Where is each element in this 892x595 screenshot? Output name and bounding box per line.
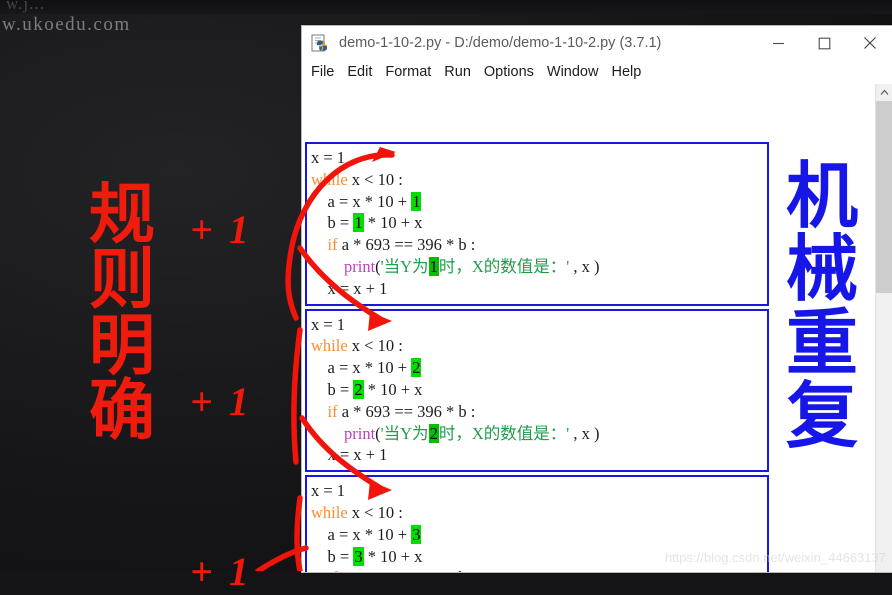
red-slogan-char-2: 则 xyxy=(89,241,155,319)
highlight-value-print-2: 2 xyxy=(428,423,439,443)
increment-mark-1: + 1 xyxy=(190,207,252,252)
blue-slogan-char-1: 机 xyxy=(785,154,858,238)
red-slogan-char-4: 确 xyxy=(89,371,155,449)
minimize-icon[interactable] xyxy=(755,26,801,60)
backdrop-top-strip xyxy=(0,0,892,14)
menu-item-options[interactable]: Options xyxy=(484,64,534,80)
menu-item-help[interactable]: Help xyxy=(611,64,641,80)
code-block-iteration-1: x = 1 while x < 10 : a = x * 10 + 1 b = … xyxy=(305,142,769,306)
func-print-1: print xyxy=(344,256,376,276)
highlight-value-a-1: 1 xyxy=(411,191,422,211)
menu-item-edit[interactable]: Edit xyxy=(347,64,372,80)
increment-mark-3: + 1 xyxy=(190,549,252,594)
highlight-value-print-1: 1 xyxy=(428,256,439,276)
blue-vertical-slogan: 机 械 重 复 xyxy=(779,154,865,459)
window-title-text: demo-1-10-2.py - D:/demo/demo-1-10-2.py … xyxy=(339,35,662,51)
window-title-bar[interactable]: demo-1-10-2.py - D:/demo/demo-1-10-2.py … xyxy=(302,26,892,60)
highlight-value-b-3: 3 xyxy=(353,546,364,566)
blue-slogan-char-4: 复 xyxy=(785,374,858,459)
maximize-icon[interactable] xyxy=(801,26,847,60)
blue-slogan-char-3: 重 xyxy=(785,300,858,385)
keyword-if-2: if xyxy=(327,401,338,421)
keyword-while-1: while xyxy=(311,169,348,189)
python-idle-icon xyxy=(311,34,330,53)
highlight-value-a-2: 2 xyxy=(411,358,422,378)
scrollbar-thumb[interactable] xyxy=(876,101,892,293)
highlight-value-a-3: 3 xyxy=(411,524,422,544)
watermark-faint-top: w.j... xyxy=(6,0,45,13)
watermark-csdn: https://blog.csdn.net/weixin_44663137 xyxy=(664,550,886,565)
func-print-2: print xyxy=(344,423,376,443)
menu-item-window[interactable]: Window xyxy=(547,64,599,80)
window-controls[interactable] xyxy=(755,26,892,60)
close-icon[interactable] xyxy=(847,26,892,60)
vertical-scrollbar[interactable] xyxy=(875,84,892,572)
keyword-while-3: while xyxy=(311,502,348,522)
watermark-site-url: w.ukoedu.com xyxy=(2,14,131,35)
red-slogan-char-3: 明 xyxy=(89,306,155,384)
menu-item-file[interactable]: File xyxy=(311,64,334,80)
menu-item-run[interactable]: Run xyxy=(444,64,471,80)
keyword-while-2: while xyxy=(311,336,348,356)
menu-item-format[interactable]: Format xyxy=(385,64,431,80)
menu-bar[interactable]: File Edit Format Run Options Window Help xyxy=(302,60,892,84)
red-vertical-slogan: 规 则 明 确 xyxy=(78,176,166,449)
blue-slogan-char-2: 械 xyxy=(785,227,858,312)
code-text-2: x = 1 while x < 10 : a = x * 10 + 2 b = … xyxy=(311,314,600,465)
code-text-1: x = 1 while x < 10 : a = x * 10 + 1 b = … xyxy=(311,148,600,298)
increment-mark-2: + 1 xyxy=(190,379,252,424)
highlight-value-b-1: 1 xyxy=(353,213,364,233)
code-block-iteration-2: x = 1 while x < 10 : a = x * 10 + 2 b = … xyxy=(305,308,769,473)
keyword-if-1: if xyxy=(327,235,338,255)
chevron-up-icon[interactable] xyxy=(876,84,892,101)
highlight-value-b-2: 2 xyxy=(353,379,364,399)
red-slogan-char-1: 规 xyxy=(89,176,155,253)
annotated-code-block-stack: x = 1 while x < 10 : a = x * 10 + 1 b = … xyxy=(305,142,769,572)
